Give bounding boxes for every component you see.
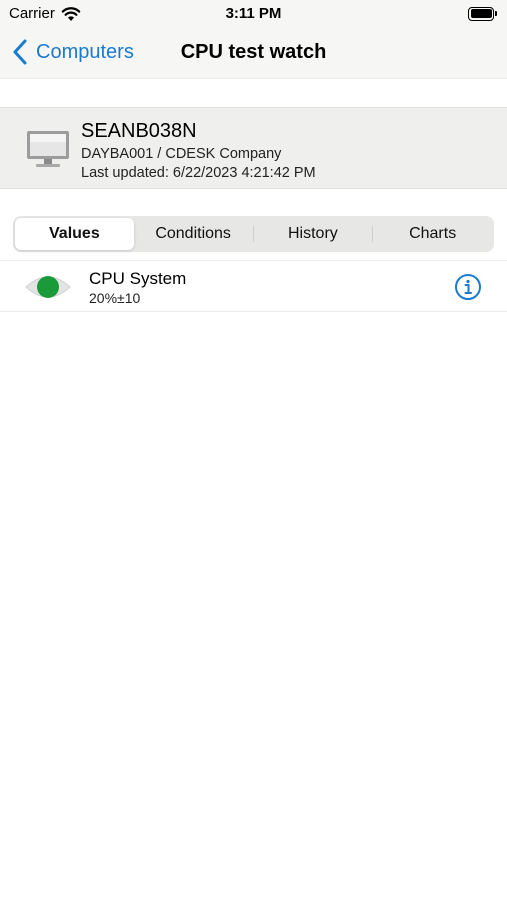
monitor-icon bbox=[27, 131, 69, 167]
navigation-bar: Computers CPU test watch bbox=[0, 27, 507, 79]
page-title: CPU test watch bbox=[180, 41, 327, 63]
value-reading: 20%±10 bbox=[89, 290, 141, 306]
computer-name: SEANB038N bbox=[81, 120, 197, 142]
status-bar: Carrier 3:11 PM bbox=[0, 0, 507, 27]
tab-conditions[interactable]: Conditions bbox=[134, 218, 253, 250]
tab-values[interactable]: Values bbox=[15, 218, 134, 250]
computer-group: DAYBA001 / CDESK Company bbox=[81, 146, 282, 162]
list-item[interactable]: CPU System 20%±10 bbox=[0, 260, 507, 312]
computer-header: SEANB038N DAYBA001 / CDESK Company Last … bbox=[0, 107, 507, 189]
values-list: CPU System 20%±10 bbox=[0, 260, 507, 312]
segmented-control: Values Conditions History Charts bbox=[13, 216, 494, 252]
tab-history[interactable]: History bbox=[254, 218, 373, 250]
info-icon[interactable] bbox=[454, 273, 482, 301]
battery-icon bbox=[468, 6, 498, 21]
value-title: CPU System bbox=[89, 269, 187, 288]
status-eye-icon bbox=[25, 276, 71, 298]
tab-charts[interactable]: Charts bbox=[373, 218, 492, 250]
clock: 3:11 PM bbox=[225, 5, 282, 22]
last-updated: Last updated: 6/22/2023 4:21:42 PM bbox=[81, 165, 316, 181]
